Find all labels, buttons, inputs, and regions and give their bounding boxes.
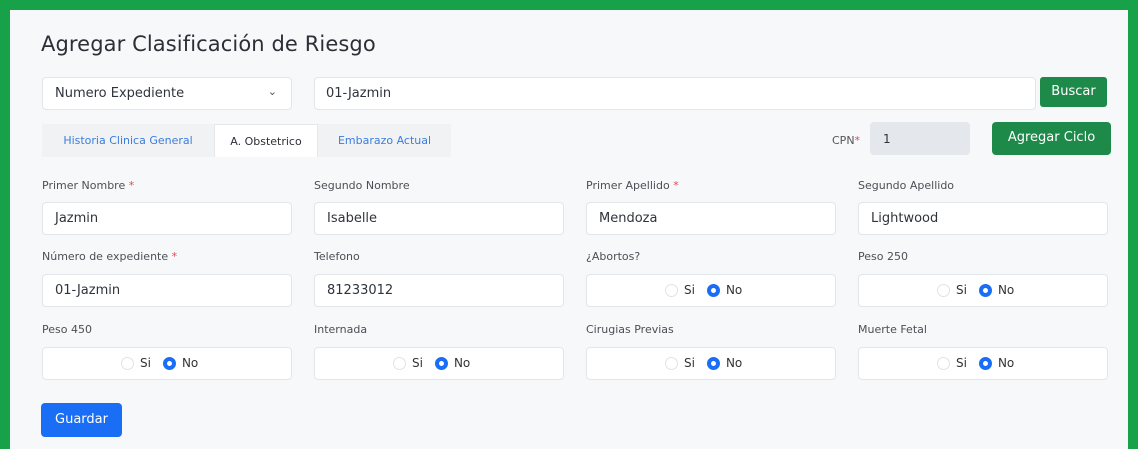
primer-nombre-value: Jazmin (55, 211, 99, 226)
required-mark: * (171, 250, 178, 263)
cpn-label: CPN* (832, 134, 860, 147)
cpn-field: 1 (870, 122, 970, 155)
abortos-no-radio[interactable] (706, 283, 720, 297)
search-button[interactable]: Buscar (1040, 77, 1107, 107)
search-input[interactable]: 01-Jazmin (314, 77, 1036, 110)
primer-apellido-value: Mendoza (599, 211, 658, 226)
search-filter-value: Numero Expediente (55, 86, 185, 101)
internada-radio-group: Si No (314, 347, 564, 380)
cirugias-previas-no-radio[interactable] (706, 356, 720, 370)
abortos-si-radio[interactable] (665, 283, 678, 297)
search-input-value: 01-Jazmin (326, 86, 392, 101)
numero-expediente-input[interactable]: 01-Jazmin (42, 274, 292, 307)
peso-450-radio-group: Si No (42, 347, 292, 380)
required-mark: * (673, 179, 679, 192)
muerte-fetal-radio-group: Si No (858, 347, 1108, 380)
peso-250-options: Si No (937, 283, 1014, 297)
numero-expediente-label-text: Número de expediente (42, 250, 169, 263)
peso-250-no-radio[interactable] (978, 283, 992, 297)
primer-nombre-label-text: Primer Nombre (42, 179, 126, 192)
segundo-apellido-label: Segundo Apellido (858, 179, 955, 192)
peso-250-no-label: No (997, 283, 1015, 297)
primer-nombre-input[interactable]: Jazmin (42, 202, 292, 235)
tab-embarazo-actual[interactable]: Embarazo Actual (318, 124, 451, 157)
tab-historia-clinica-general[interactable]: Historia Clinica General (42, 124, 214, 157)
abortos-no-label: No (725, 283, 743, 297)
cirugias-previas-options: Si No (665, 356, 742, 370)
muerte-fetal-no-label: No (997, 356, 1015, 370)
peso-250-si-label: Si (956, 283, 967, 297)
internada-options: Si No (393, 356, 470, 370)
telefono-value: 81233012 (327, 283, 394, 298)
telefono-label: Telefono (314, 250, 360, 263)
cirugias-previas-radio-group: Si No (586, 347, 836, 380)
cirugias-previas-si-radio[interactable] (665, 356, 678, 370)
primer-nombre-label: Primer Nombre * (42, 179, 134, 192)
internada-label: Internada (314, 323, 368, 336)
required-mark: * (854, 134, 861, 147)
segundo-apellido-input[interactable]: Lightwood (858, 202, 1108, 235)
tab-a-obstetrico[interactable]: A. Obstetrico (214, 124, 318, 157)
telefono-input[interactable]: 81233012 (314, 274, 564, 307)
abortos-options: Si No (665, 283, 742, 297)
page-title: Agregar Clasificación de Riesgo (41, 32, 376, 56)
peso-450-si-label: Si (140, 356, 151, 370)
muerte-fetal-options: Si No (937, 356, 1014, 370)
muerte-fetal-label: Muerte Fetal (858, 323, 927, 336)
cirugias-previas-si-label: Si (684, 356, 695, 370)
peso-450-options: Si No (121, 356, 198, 370)
search-filter-select[interactable]: Numero Expediente ⌄ (42, 77, 292, 110)
segundo-nombre-input[interactable]: Isabelle (314, 202, 564, 235)
internada-si-label: Si (412, 356, 423, 370)
peso-250-si-radio[interactable] (937, 283, 950, 297)
numero-expediente-value: 01-Jazmin (55, 283, 121, 298)
primer-apellido-label: Primer Apellido * (586, 179, 679, 192)
segundo-nombre-label: Segundo Nombre (314, 179, 410, 192)
cpn-label-text: CPN (832, 134, 855, 147)
peso-450-no-radio[interactable] (162, 356, 176, 370)
peso-450-si-radio[interactable] (121, 356, 134, 370)
cpn-value: 1 (883, 132, 891, 146)
primer-apellido-label-text: Primer Apellido (586, 179, 670, 192)
cirugias-previas-no-label: No (725, 356, 743, 370)
internada-no-label: No (453, 356, 471, 370)
peso-250-label: Peso 250 (858, 250, 908, 263)
peso-450-label: Peso 450 (42, 323, 92, 336)
add-cycle-button[interactable]: Agregar Ciclo (992, 122, 1111, 155)
internada-si-radio[interactable] (393, 356, 406, 370)
primer-apellido-input[interactable]: Mendoza (586, 202, 836, 235)
chevron-down-icon: ⌄ (267, 85, 277, 98)
muerte-fetal-si-label: Si (956, 356, 967, 370)
abortos-label: ¿Abortos? (586, 250, 641, 263)
cirugias-previas-label: Cirugias Previas (586, 323, 674, 336)
segundo-apellido-value: Lightwood (871, 211, 939, 226)
peso-450-no-label: No (181, 356, 199, 370)
numero-expediente-label: Número de expediente * (42, 250, 177, 263)
save-button[interactable]: Guardar (41, 403, 122, 437)
required-mark: * (128, 179, 135, 192)
muerte-fetal-si-radio[interactable] (937, 356, 950, 370)
muerte-fetal-no-radio[interactable] (978, 356, 992, 370)
peso-250-radio-group: Si No (858, 274, 1108, 307)
abortos-si-label: Si (684, 283, 695, 297)
main-panel: Agregar Clasificación de Riesgo Numero E… (10, 10, 1128, 449)
segundo-nombre-value: Isabelle (327, 211, 378, 226)
internada-no-radio[interactable] (434, 356, 448, 370)
abortos-radio-group: Si No (586, 274, 836, 307)
